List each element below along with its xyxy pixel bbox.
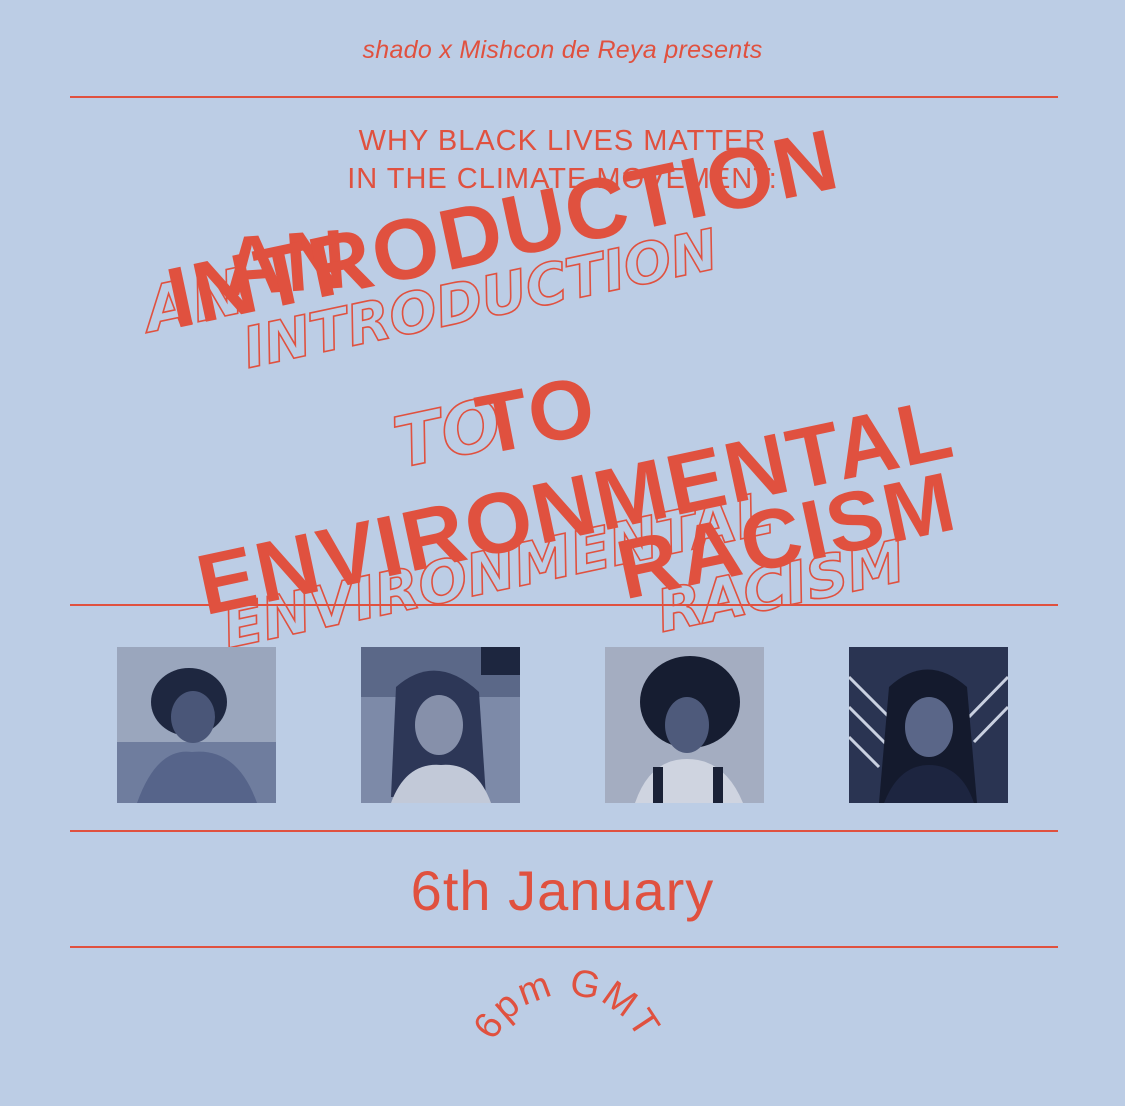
- outline-word-introduction: INTRODUCTION: [237, 218, 723, 382]
- speaker-photo-1: [117, 647, 276, 803]
- divider-above-photos: [70, 604, 1058, 606]
- speaker-photo-4: [849, 647, 1008, 803]
- event-date: 6th January: [410, 859, 715, 922]
- divider-above-date: [70, 830, 1058, 832]
- outline-word-an: AN: [133, 255, 251, 348]
- speaker-photo-2: [361, 647, 520, 803]
- svg-text:6pm GMT: 6pm GMT: [466, 965, 669, 1046]
- speaker-photo-3: [605, 647, 764, 803]
- event-time-arc: 6pm GMT: [466, 965, 669, 1046]
- outline-word-to: TO: [386, 382, 508, 485]
- outline-script-decoration: AN INTRODUCTION TO ENVIRONMENTAL RACISM: [132, 217, 911, 663]
- speaker-photos: [0, 647, 1125, 803]
- divider-below-date: [70, 946, 1058, 948]
- event-time: 6pm GMT: [466, 965, 667, 1046]
